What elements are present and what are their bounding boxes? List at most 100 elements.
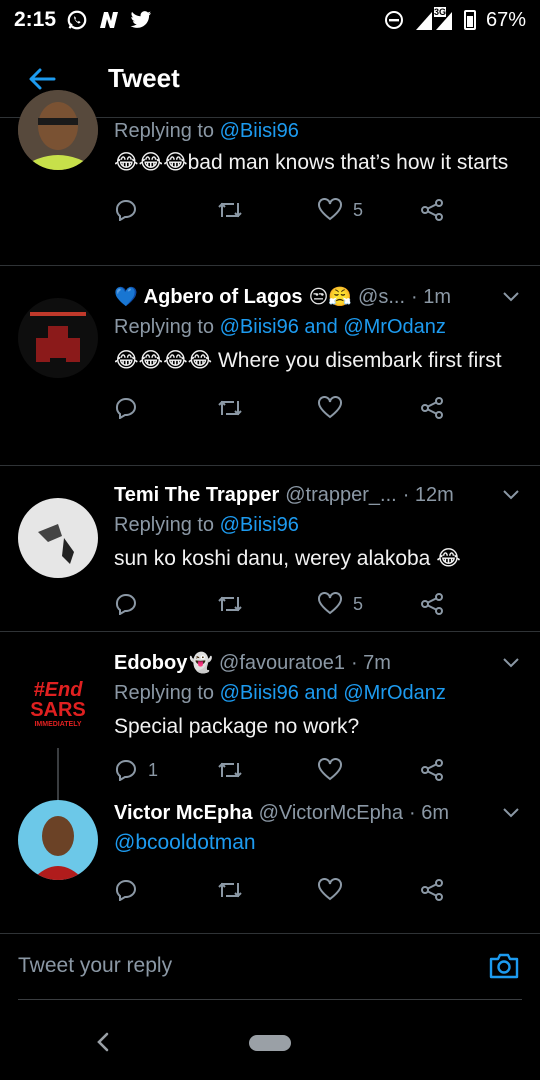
user-handle[interactable]: @trapper_...	[285, 484, 396, 507]
tweet-actions	[114, 388, 520, 428]
mention-link[interactable]: @Biisi96 and @MrOdanz	[220, 316, 446, 338]
reply-button[interactable]	[114, 199, 216, 221]
tweet-item[interactable]: #End SARS IMMEDIATELY Edoboy 👻 @favourat…	[0, 632, 540, 830]
retweet-icon	[217, 202, 242, 218]
retweet-button[interactable]	[216, 593, 318, 615]
avatar[interactable]: #End SARS IMMEDIATELY	[18, 664, 98, 744]
reply-count: 1	[148, 759, 159, 780]
replying-to: Replying to @Biisi96 and @MrOdanz	[114, 682, 446, 704]
like-button[interactable]	[317, 878, 419, 902]
reply-composer	[18, 933, 522, 1000]
share-button[interactable]	[419, 396, 521, 420]
timestamp: · 12m	[402, 483, 454, 506]
display-name[interactable]: Edoboy	[114, 652, 187, 675]
signal-icon: 3G	[414, 7, 454, 31]
battery-icon	[463, 10, 476, 30]
retweet-button[interactable]	[216, 879, 318, 901]
tweet-item[interactable]: Victor McEpha @VictorMcEpha · 6m @bcoold…	[0, 798, 540, 934]
reply-input[interactable]	[18, 954, 438, 978]
user-handle[interactable]: @favouratoe1	[219, 652, 345, 675]
reply-button[interactable]	[114, 879, 216, 901]
more-options-button[interactable]	[492, 653, 520, 673]
page-title: Tweet	[108, 63, 180, 93]
display-name[interactable]: Agbero of Lagos	[144, 286, 303, 309]
like-button[interactable]	[317, 396, 419, 420]
camera-button[interactable]	[486, 948, 522, 984]
like-button[interactable]	[317, 758, 419, 782]
tweet-text: 😂😂😂bad man knows that’s how it starts	[114, 151, 509, 174]
more-options-button[interactable]	[492, 287, 520, 307]
user-handle[interactable]: @s...	[358, 286, 405, 309]
heart-icon	[318, 396, 342, 419]
timestamp: · 1m	[411, 285, 452, 308]
display-name[interactable]: Victor McEpha	[114, 802, 253, 825]
system-nav-bar	[0, 1006, 540, 1080]
user-handle[interactable]: @VictorMcEpha	[259, 802, 403, 825]
retweet-icon	[217, 400, 242, 416]
reply-button[interactable]	[114, 593, 216, 615]
tweet-text[interactable]: @bcooldotman	[114, 828, 520, 858]
chevron-down-icon	[503, 490, 519, 500]
tweet-header: 💙 Agbero of Lagos 😒😤 @s... · 1m	[114, 282, 520, 312]
tweet-text: Special package no work?	[114, 715, 360, 738]
heart-icon	[318, 592, 342, 615]
reply-button[interactable]: 1	[114, 759, 216, 781]
name-emoji: 👻	[189, 653, 214, 674]
comment-icon	[115, 200, 136, 221]
chevron-down-icon	[503, 808, 519, 818]
chevron-down-icon	[503, 658, 519, 668]
replying-to: Replying to @Biisi96	[114, 120, 299, 142]
retweet-button[interactable]	[216, 759, 318, 781]
more-options-button[interactable]	[492, 485, 520, 505]
reply-feed[interactable]: Replying to @Biisi96 😂😂😂bad man knows th…	[0, 90, 540, 934]
mention-link[interactable]: @Biisi96	[220, 120, 299, 142]
reply-button[interactable]	[114, 397, 216, 419]
more-options-button[interactable]	[492, 803, 520, 823]
retweet-button[interactable]	[216, 199, 318, 221]
display-name[interactable]: Temi The Trapper	[114, 484, 279, 507]
mention-link[interactable]: @Biisi96	[220, 514, 299, 536]
tweet-actions: 1	[114, 750, 520, 790]
like-button[interactable]: 5	[317, 198, 419, 222]
share-button[interactable]	[419, 592, 521, 616]
avatar[interactable]	[18, 90, 98, 170]
avatar[interactable]	[18, 498, 98, 578]
dnd-icon	[384, 11, 403, 29]
camera-icon	[489, 953, 519, 979]
arrow-left-icon	[29, 68, 56, 89]
retweet-icon	[217, 762, 242, 778]
nav-back-button[interactable]	[96, 1032, 110, 1057]
share-button[interactable]	[419, 878, 521, 902]
avatar[interactable]	[18, 298, 98, 378]
name-emoji: 😒😤	[308, 287, 353, 308]
comment-icon	[115, 398, 136, 419]
share-button[interactable]	[419, 198, 521, 222]
tweet-actions	[114, 870, 520, 910]
tweet-item[interactable]: Replying to @Biisi96 😂😂😂bad man knows th…	[0, 90, 540, 266]
tweet-text: sun ko koshi danu, werey alakoba 😂	[114, 547, 461, 570]
tweet-item[interactable]: Temi The Trapper @trapper_... · 12m Repl…	[0, 466, 540, 632]
replying-to: Replying to @Biisi96 and @MrOdanz	[114, 316, 446, 338]
tweet-item[interactable]: 💙 Agbero of Lagos 😒😤 @s... · 1m Replying…	[0, 266, 540, 466]
battery-level: 67%	[485, 8, 526, 31]
twitter-icon	[130, 11, 152, 28]
timestamp: · 6m	[409, 801, 449, 824]
home-pill-icon[interactable]	[249, 1035, 291, 1051]
retweet-icon	[217, 882, 242, 898]
whatsapp-icon	[67, 10, 87, 30]
status-bar: 2:15 3G 67%	[0, 0, 540, 40]
heart-icon	[318, 198, 342, 221]
chevron-left-icon	[97, 1032, 109, 1052]
share-icon	[420, 593, 443, 615]
tweet-actions: 5	[114, 584, 520, 624]
n-icon	[100, 12, 119, 28]
tweet-actions: 5	[114, 190, 520, 230]
mention-link[interactable]: @Biisi96 and @MrOdanz	[220, 682, 446, 704]
status-left: 2:15	[14, 8, 152, 32]
name-emoji: 💙	[114, 287, 138, 308]
like-button[interactable]: 5	[317, 592, 419, 616]
share-button[interactable]	[419, 758, 521, 782]
tweet-header: Temi The Trapper @trapper_... · 12m	[114, 480, 520, 510]
retweet-button[interactable]	[216, 397, 318, 419]
avatar[interactable]	[18, 800, 98, 880]
